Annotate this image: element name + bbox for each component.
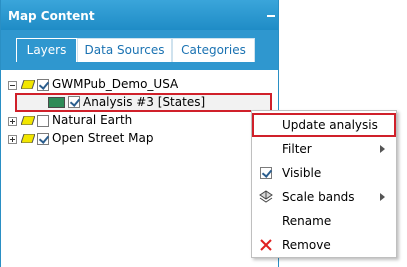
tree-item-analysis-3-states[interactable]: Analysis #3 [States] — [15, 93, 272, 112]
layer-visibility-checkbox[interactable] — [37, 133, 49, 145]
menu-item-label: Remove — [282, 238, 331, 252]
layer-group-icon — [21, 80, 35, 89]
tree-item-gwmpub-demo-usa[interactable]: GWMPub_Demo_USA — [1, 76, 278, 94]
menu-item-rename[interactable]: Rename — [252, 209, 396, 233]
expand-node-icon[interactable] — [8, 117, 17, 126]
layer-visibility-checkbox[interactable] — [37, 115, 49, 127]
tree-item-label: Natural Earth — [52, 113, 133, 127]
tree-item-label: Analysis #3 [States] — [83, 95, 206, 109]
layer-group-icon — [21, 134, 35, 143]
panel-title: Map Content — [8, 9, 95, 23]
tab-categories[interactable]: Categories — [172, 38, 255, 62]
tree-item-natural-earth[interactable]: Natural Earth — [1, 112, 278, 130]
submenu-arrow-icon — [380, 193, 385, 201]
remove-x-icon — [260, 239, 272, 251]
tree-item-label: GWMPub_Demo_USA — [52, 77, 179, 91]
menu-item-update-analysis[interactable]: Update analysis — [252, 113, 396, 137]
tab-bar: Layers Data Sources Categories — [1, 30, 278, 70]
tree-item-label: Open Street Map — [52, 131, 154, 145]
collapse-node-icon[interactable] — [8, 81, 17, 90]
menu-item-label: Filter — [282, 142, 312, 156]
tree-item-open-street-map[interactable]: Open Street Map — [1, 130, 278, 148]
menu-item-label: Rename — [282, 214, 332, 228]
menu-item-label: Scale bands — [282, 190, 355, 204]
menu-item-scale-bands[interactable]: Scale bands — [252, 185, 396, 209]
menu-item-remove[interactable]: Remove — [252, 233, 396, 257]
map-content-panel: Map Content Layers Data Sources Categori… — [0, 0, 279, 267]
layer-context-menu: Update analysis Filter Visible Scale ban… — [251, 110, 397, 258]
tab-layers[interactable]: Layers — [16, 38, 77, 62]
menu-item-label: Visible — [282, 166, 322, 180]
menu-item-label: Update analysis — [282, 118, 378, 132]
panel-header: Map Content — [1, 0, 278, 30]
layer-color-swatch — [48, 97, 65, 108]
menu-item-visible[interactable]: Visible — [252, 161, 396, 185]
scale-bands-icon — [259, 190, 273, 203]
submenu-arrow-icon — [380, 145, 385, 153]
layer-group-icon — [21, 116, 35, 125]
menu-item-filter[interactable]: Filter — [252, 137, 396, 161]
tab-data-sources[interactable]: Data Sources — [77, 38, 172, 62]
minimize-icon[interactable] — [265, 9, 277, 21]
layer-visibility-checkbox[interactable] — [68, 96, 80, 108]
checkbox-icon[interactable] — [260, 167, 272, 179]
expand-node-icon[interactable] — [8, 135, 17, 144]
layer-visibility-checkbox[interactable] — [37, 79, 49, 91]
